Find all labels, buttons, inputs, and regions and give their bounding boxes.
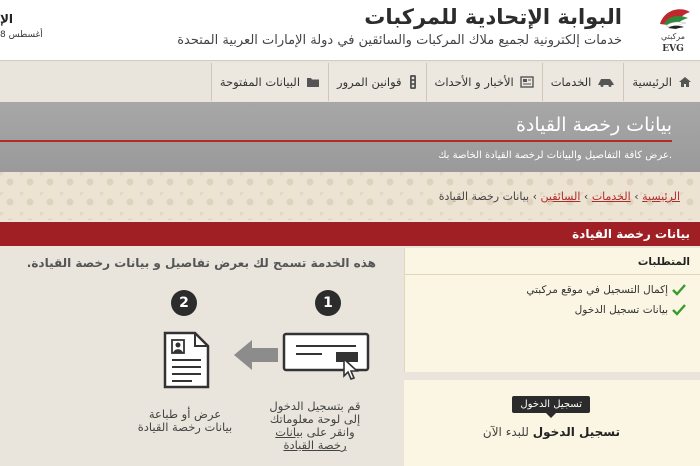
requirement-label: بيانات تسجيل الدخول bbox=[574, 304, 668, 316]
breadcrumb-separator: › bbox=[583, 190, 589, 203]
step-description: قم بتسجيل الدخول إلى لوحة معلوماتك وانقر… bbox=[265, 400, 365, 452]
nav-item-home[interactable]: الرئيسية bbox=[623, 63, 700, 101]
breadcrumb-home[interactable]: الرئيسية bbox=[642, 190, 680, 203]
logo-abbr: EVG bbox=[662, 44, 684, 54]
banner-divider bbox=[0, 140, 672, 142]
section-title: بيانات رخصة القيادة bbox=[572, 227, 690, 241]
home-icon bbox=[679, 77, 691, 87]
site-subtitle: خدمات إلكترونية لجميع ملاك المركبات والس… bbox=[177, 33, 622, 48]
breadcrumb-services[interactable]: الخدمات bbox=[592, 190, 631, 203]
nav-item-label: الخدمات bbox=[550, 75, 592, 89]
step-link[interactable]: رخصة القيادة bbox=[265, 439, 365, 452]
document-icon bbox=[163, 331, 210, 389]
service-intro: هذه الخدمة تسمح لك بعرض تفاصيل و بيانات … bbox=[26, 256, 376, 270]
login-prompt-rest: للبدء الآن bbox=[482, 425, 533, 439]
logo-text: مركبتي bbox=[660, 32, 685, 41]
header-corner-text: الإ bbox=[0, 12, 14, 26]
page-title: بيانات رخصة القيادة bbox=[515, 114, 672, 136]
nav-item-news[interactable]: الأخبار و الأحداث bbox=[425, 63, 542, 101]
site-title: البوابة الإتحادية للمركبات bbox=[364, 5, 622, 29]
requirement-label: إكمال التسجيل في موقع مركبتي bbox=[526, 284, 668, 296]
main-navigation: الرئيسية الخدمات الأخبار و الأحداث قواني… bbox=[0, 60, 700, 102]
traffic-light-icon bbox=[409, 75, 416, 89]
login-button[interactable]: تسجيل الدخول bbox=[512, 396, 590, 418]
requirements-panel: المتطلبات إكمال التسجيل في موقع مركبتي ب… bbox=[404, 248, 700, 372]
step-link[interactable]: بيانات bbox=[275, 425, 303, 439]
step-number: 2 bbox=[171, 290, 197, 316]
dashboard-click-icon bbox=[282, 332, 370, 380]
step-line-text: وانقر على bbox=[303, 425, 355, 439]
login-prompt: تسجيل الدخول للبدء الآن bbox=[483, 425, 620, 439]
step-description: عرض أو طباعة بيانات رخصة القيادة bbox=[120, 408, 250, 434]
check-icon bbox=[672, 284, 686, 296]
header-date: 8 أغسطس bbox=[0, 30, 43, 40]
step-number: 1 bbox=[315, 290, 341, 316]
page-banner: بيانات رخصة القيادة عرض كافة التفاصيل وا… bbox=[0, 102, 700, 172]
nav-item-open-data[interactable]: البيانات المفتوحة bbox=[210, 63, 329, 101]
requirement-item: بيانات تسجيل الدخول bbox=[575, 304, 686, 316]
section-header: بيانات رخصة القيادة bbox=[0, 222, 700, 246]
arrow-left-icon bbox=[234, 340, 278, 370]
breadcrumb-drivers[interactable]: السائقين bbox=[541, 190, 581, 203]
check-icon bbox=[672, 304, 686, 316]
step-line: بيانات رخصة القيادة bbox=[137, 420, 233, 434]
breadcrumb-current: بيانات رخصة القيادة bbox=[438, 190, 530, 203]
nav-item-label: الأخبار و الأحداث bbox=[434, 75, 514, 89]
requirements-divider bbox=[405, 274, 700, 275]
site-header: مركبتي EVG البوابة الإتحادية للمركبات خد… bbox=[0, 0, 700, 60]
nav-item-label: البيانات المفتوحة bbox=[219, 75, 301, 89]
requirement-item: إكمال التسجيل في موقع مركبتي bbox=[526, 284, 686, 296]
news-icon bbox=[520, 76, 534, 88]
breadcrumb-separator: › bbox=[634, 190, 639, 203]
nav-item-label: الرئيسية bbox=[632, 75, 672, 89]
breadcrumb-separator: › bbox=[532, 190, 537, 203]
requirements-heading: المتطلبات bbox=[637, 256, 690, 268]
nav-item-services[interactable]: الخدمات bbox=[541, 63, 624, 101]
page-description: عرض كافة التفاصيل والبيانات لرخصة القياد… bbox=[438, 150, 672, 161]
nav-item-label: قوانين المرور bbox=[337, 75, 402, 89]
service-steps-panel: هذه الخدمة تسمح لك بعرض تفاصيل و بيانات … bbox=[0, 246, 392, 466]
car-icon bbox=[598, 79, 615, 87]
login-link[interactable]: تسجيل الدخول bbox=[533, 425, 620, 439]
folder-icon bbox=[307, 78, 320, 87]
login-panel: تسجيل الدخول تسجيل الدخول للبدء الآن bbox=[404, 380, 700, 466]
breadcrumb: الرئيسية › الخدمات › السائقين › بيانات ر… bbox=[439, 190, 680, 203]
nav-item-traffic-laws[interactable]: قوانين المرور bbox=[328, 63, 426, 101]
